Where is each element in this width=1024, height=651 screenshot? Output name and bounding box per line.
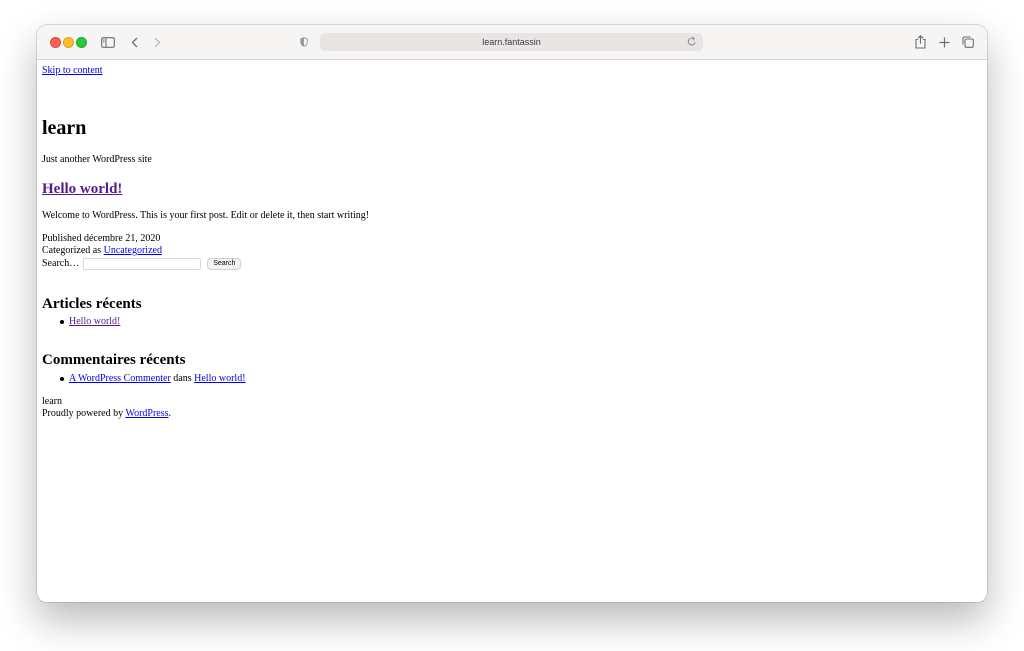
post-category: Categorized as Uncategorized [42,245,162,257]
recent-comments-list: A WordPress Commenter dans Hello world! [42,373,246,385]
list-item: A WordPress Commenter dans Hello world! [42,373,246,385]
comment-post-link[interactable]: Hello world! [194,373,245,384]
wordpress-link[interactable]: WordPress [125,408,168,419]
maximize-window-button[interactable] [76,37,87,48]
page-content: Skip to content learn Just another WordP… [37,60,987,602]
post-excerpt: Welcome to WordPress. This is your first… [42,210,370,221]
published-date: décembre 21, 2020 [83,233,161,244]
comment-author-link[interactable]: A WordPress Commenter [69,373,171,384]
powered-suffix: . [168,408,172,419]
site-description: Just another WordPress site [42,154,152,165]
search-input[interactable] [83,258,202,270]
site-title: learn [42,117,87,139]
search-label: Search… [42,258,80,269]
browser-window: learn.fantassin Skip to content learn Ju… [37,25,987,602]
address-bar[interactable]: learn.fantassin [320,33,703,51]
footer-site-name: learn [42,396,62,407]
share-icon[interactable] [913,32,927,52]
close-window-button[interactable] [50,37,61,48]
site-footer: learn Proudly powered by WordPress. [42,396,171,420]
chevron-right-icon[interactable] [151,32,163,52]
post-title: Hello world! [42,180,122,198]
browser-toolbar: learn.fantassin [37,25,987,60]
published-prefix: Published [42,233,82,244]
skip-to-content-link[interactable]: Skip to content [42,65,103,77]
privacy-shield-icon[interactable] [299,32,309,52]
chevron-left-icon[interactable] [128,32,140,52]
url-text: learn.fantassin [482,37,541,47]
tab-overview-icon[interactable] [961,32,975,52]
post-title-link[interactable]: Hello world! [42,181,122,197]
plus-icon[interactable] [937,32,951,52]
category-link[interactable]: Uncategorized [104,245,162,256]
footer-credit: Proudly powered by WordPress. [42,408,171,420]
recent-comments-heading: Commentaires récents [42,352,186,368]
post-published: Published décembre 21, 2020 [42,233,162,245]
category-prefix: Categorized as [42,245,102,256]
post-meta: Published décembre 21, 2020 Categorized … [42,233,162,257]
recent-post-link[interactable]: Hello world! [69,316,120,327]
powered-prefix: Proudly powered by [42,408,124,419]
search-form: Search… Search [42,258,242,270]
recent-posts-list: Hello world! [42,316,120,328]
minimize-window-button[interactable] [63,37,74,48]
recent-posts-heading: Articles récents [42,296,142,312]
sidebar-icon[interactable] [99,32,117,52]
comment-joiner: dans [173,373,192,384]
search-button[interactable]: Search [207,258,242,270]
list-item: Hello world! [42,316,120,328]
reload-icon[interactable] [687,36,697,49]
